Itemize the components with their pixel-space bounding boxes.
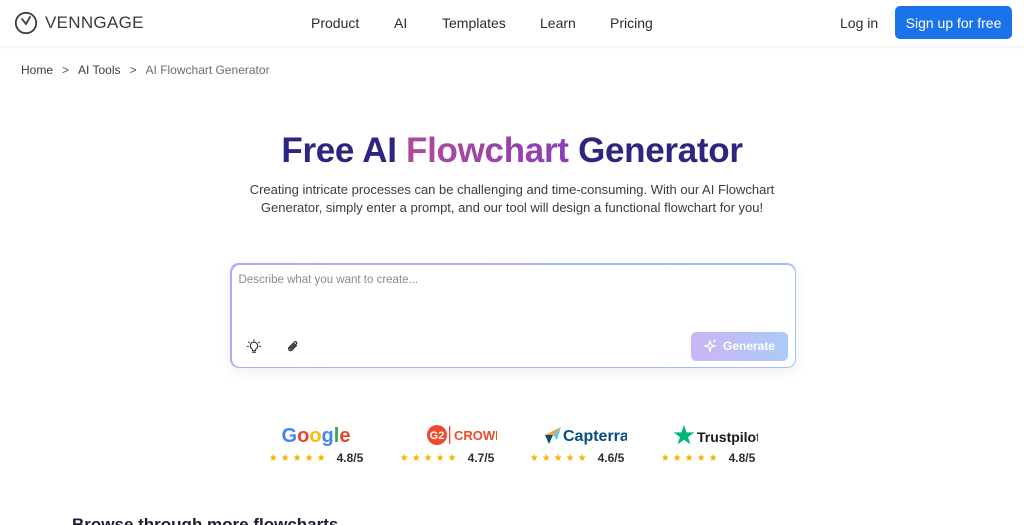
rating-score: 4.6/5 <box>597 451 625 465</box>
title-part-2: Generator <box>568 131 743 170</box>
prompt-input[interactable] <box>238 273 779 286</box>
rating-google: Google ★★★★★ 4.8/5 <box>256 422 376 466</box>
rating-row: ★★★★★ 4.8/5 <box>648 451 768 465</box>
star-rating-icons: ★★★★★ <box>660 452 721 464</box>
g2-crowd-logo-icon: G2 CROWD <box>427 425 497 445</box>
generate-button[interactable]: Generate <box>690 331 788 361</box>
rating-capterra: Capterra ★★★★★ 4.6/5 <box>517 422 637 466</box>
paperclip-icon[interactable] <box>285 339 301 355</box>
breadcrumb-home[interactable]: Home <box>21 63 53 77</box>
star-rating-icons: ★★★★★ <box>268 452 329 464</box>
prompt-box-inner: Generate <box>231 264 795 367</box>
breadcrumb-separator: > <box>129 63 137 77</box>
prompt-box: Generate <box>230 263 796 368</box>
star-rating-icons: ★★★★★ <box>529 452 590 464</box>
login-link[interactable]: Log in <box>840 15 878 31</box>
nav-item-product[interactable]: Product <box>311 15 359 31</box>
breadcrumb-ai-tools[interactable]: AI Tools <box>78 63 120 77</box>
sparkle-icon <box>703 339 717 353</box>
rating-score: 4.8/5 <box>336 451 364 465</box>
lightbulb-icon[interactable] <box>246 338 262 355</box>
trustpilot-logo-icon: Trustpilot <box>673 425 758 445</box>
svg-text:CROWD: CROWD <box>454 428 497 443</box>
capterra-logo-icon: Capterra <box>545 427 627 445</box>
rating-row: ★★★★★ 4.6/5 <box>517 451 637 465</box>
google-logo: Google <box>256 422 376 448</box>
rating-g2-crowd: G2 CROWD ★★★★★ 4.7/5 <box>387 422 507 466</box>
google-logo-icon: Google <box>282 425 351 447</box>
svg-text:G2: G2 <box>430 430 445 442</box>
title-accent: Flowchart <box>406 131 569 170</box>
trustpilot-logo: Trustpilot <box>648 422 768 448</box>
rating-trustpilot: Trustpilot ★★★★★ 4.8/5 <box>648 422 768 466</box>
site-header: VENNGAGE Product AI Templates Learn Pric… <box>0 0 1024 46</box>
breadcrumb-separator: > <box>62 63 70 77</box>
title-part-1: Free AI <box>281 131 407 170</box>
generate-label: Generate <box>722 339 776 353</box>
browse-heading: Browse through more flowcharts <box>72 515 339 525</box>
signup-button[interactable]: Sign up for free <box>895 6 1012 39</box>
breadcrumb: Home > AI Tools > AI Flowchart Generator <box>21 63 270 77</box>
rating-row: ★★★★★ 4.8/5 <box>256 451 376 465</box>
star-rating-icons: ★★★★★ <box>399 452 460 464</box>
rating-score: 4.8/5 <box>728 451 756 465</box>
svg-text:Google: Google <box>282 425 351 447</box>
rating-score: 4.7/5 <box>467 451 495 465</box>
nav-item-ai[interactable]: AI <box>394 15 407 31</box>
g2-crowd-logo: G2 CROWD <box>387 422 507 448</box>
nav-item-templates[interactable]: Templates <box>442 15 506 31</box>
breadcrumb-current: AI Flowchart Generator <box>145 63 270 77</box>
nav-item-pricing[interactable]: Pricing <box>610 15 653 31</box>
capterra-logo: Capterra <box>517 422 637 448</box>
svg-text:Trustpilot: Trustpilot <box>697 429 758 445</box>
nav-item-learn[interactable]: Learn <box>540 15 576 31</box>
page-subtitle: Creating intricate processes can be chal… <box>249 182 775 215</box>
rating-row: ★★★★★ 4.7/5 <box>387 451 507 465</box>
svg-text:Capterra: Capterra <box>563 428 627 445</box>
page-title: Free AI Flowchart Generator <box>0 131 1024 171</box>
